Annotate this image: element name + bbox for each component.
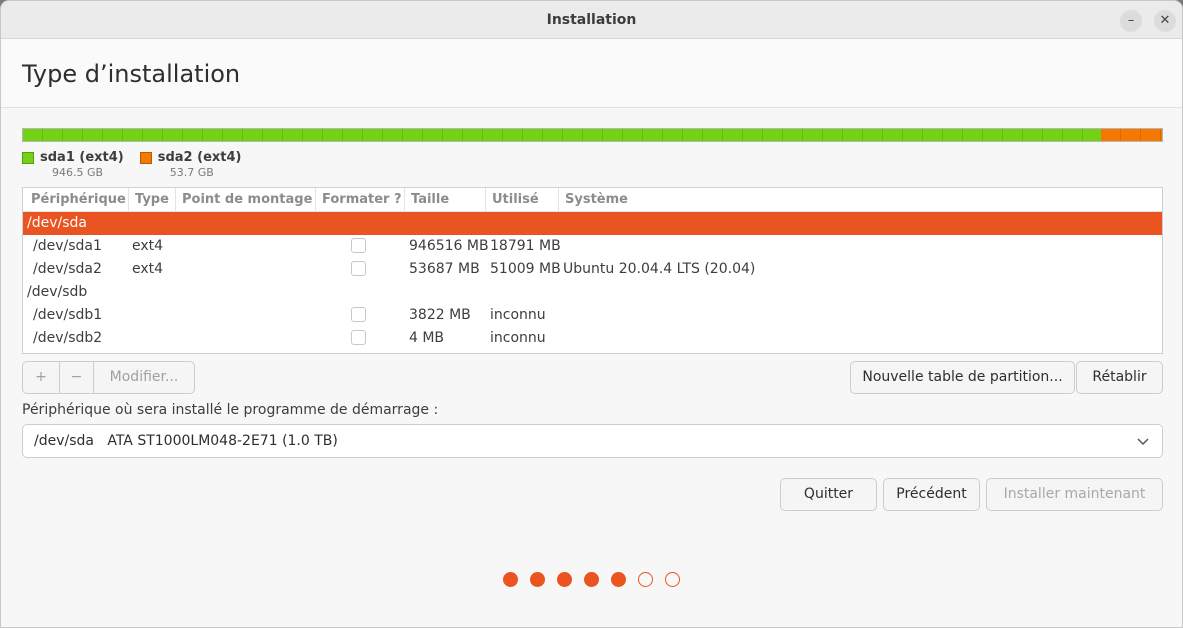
cell-device: /dev/sdb2	[33, 330, 103, 346]
step-dot	[611, 572, 626, 587]
bootloader-label: Périphérique où sera installé le program…	[22, 402, 439, 418]
table-row[interactable]: /dev/sda	[23, 212, 1162, 235]
partition-bar	[22, 128, 1163, 142]
minimize-button[interactable]: –	[1120, 10, 1142, 32]
bootloader-device-value: /dev/sda ATA ST1000LM048-2E71 (1.0 TB)	[34, 433, 338, 449]
quit-button[interactable]: Quitter	[780, 478, 877, 511]
partition-table: Périphérique Type Point de montage Formater…	[22, 187, 1163, 354]
revert-button[interactable]: Rétablir	[1076, 361, 1163, 394]
column-header[interactable]: Taille	[404, 188, 449, 212]
step-dot	[557, 572, 572, 587]
cell-used: inconnu	[490, 307, 546, 323]
legend-item: sda1 (ext4) 946.5 GB	[22, 150, 124, 179]
table-row[interactable]: /dev/sda2 ext4 53687 MB 51009 MB Ubuntu 20.0…	[23, 258, 1162, 281]
step-dot	[530, 572, 545, 587]
chevron-down-icon	[1137, 438, 1149, 446]
remove-partition-button[interactable]: −	[59, 362, 93, 393]
title-bar: Installation – ✕	[1, 1, 1182, 39]
cell-size: 53687 MB	[409, 261, 480, 277]
format-checkbox[interactable]	[351, 307, 366, 322]
cell-size: 946516 MB	[409, 238, 489, 254]
partition-bar-segment	[1100, 129, 1162, 141]
legend-item: sda2 (ext4) 53.7 GB	[139, 150, 242, 179]
page-header: Type d’installation	[1, 39, 1182, 108]
cell-used: inconnu	[490, 330, 546, 346]
cell-device: /dev/sda2	[33, 261, 102, 277]
cell-type: ext4	[132, 261, 164, 277]
step-progress-dots	[503, 572, 680, 587]
partition-edit-toolbar: + − Modifier...	[22, 361, 195, 394]
close-icon: ✕	[1159, 13, 1171, 28]
window-title: Installation	[546, 12, 637, 28]
cell-type: ext4	[132, 238, 164, 254]
partition-legend: sda1 (ext4) 946.5 GB sda2 (ext4) 53.7 GB	[22, 150, 241, 179]
column-header[interactable]: Périphérique	[31, 192, 126, 207]
table-row[interactable]: /dev/sda1 ext4 946516 MB 18791 MB	[23, 235, 1162, 258]
partition-bar-segment	[23, 129, 1101, 141]
cell-size: 3822 MB	[409, 307, 471, 323]
format-checkbox[interactable]	[351, 238, 366, 253]
step-dot	[584, 572, 599, 587]
step-dot	[665, 572, 680, 587]
column-header[interactable]: Utilisé	[485, 188, 539, 212]
table-row[interactable]: /dev/sdb	[23, 281, 1162, 304]
cell-used: 18791 MB	[490, 238, 561, 254]
column-header[interactable]: Formater ?	[315, 188, 402, 212]
legend-size: 53.7 GB	[169, 166, 214, 179]
install-now-button[interactable]: Installer maintenant	[986, 478, 1163, 511]
table-row[interactable]: /dev/sdb2 4 MB inconnu	[23, 327, 1162, 350]
legend-label: sda2 (ext4)	[157, 150, 242, 165]
format-checkbox[interactable]	[351, 330, 366, 345]
table-header: Périphérique Type Point de montage Formater…	[23, 188, 1162, 212]
add-partition-button[interactable]: +	[23, 362, 59, 393]
bootloader-device-select[interactable]: /dev/sda ATA ST1000LM048-2E71 (1.0 TB)	[22, 424, 1163, 458]
modify-partition-button[interactable]: Modifier...	[93, 362, 194, 393]
new-partition-table-button[interactable]: Nouvelle table de partition...	[850, 361, 1075, 394]
cell-device: /dev/sda1	[33, 238, 102, 254]
legend-size: 946.5 GB	[52, 166, 104, 179]
legend-swatch	[22, 152, 34, 164]
close-button[interactable]: ✕	[1154, 10, 1176, 32]
column-header[interactable]: Point de montage	[175, 188, 312, 212]
format-checkbox[interactable]	[351, 261, 366, 276]
step-dot	[638, 572, 653, 587]
cell-used: 51009 MB	[490, 261, 561, 277]
cell-device: /dev/sdb	[27, 284, 88, 300]
cell-device: /dev/sda	[27, 215, 87, 231]
column-header[interactable]: Système	[558, 188, 628, 212]
legend-swatch	[139, 152, 152, 164]
back-button[interactable]: Précédent	[883, 478, 980, 511]
cell-size: 4 MB	[409, 330, 445, 346]
column-header[interactable]: Type	[128, 188, 169, 212]
cell-system: Ubuntu 20.04.4 LTS (20.04)	[563, 261, 756, 277]
page-title: Type d’installation	[22, 60, 241, 88]
cell-device: /dev/sdb1	[33, 307, 103, 323]
step-dot	[503, 572, 518, 587]
minimize-icon: –	[1127, 13, 1135, 28]
legend-label: sda1 (ext4)	[40, 150, 124, 165]
table-body: /dev/sda/dev/sda1 ext4 946516 MB 18791 MB/d…	[23, 212, 1162, 350]
installer-window: Installation – ✕ Type d’installation sda…	[0, 0, 1183, 628]
main-content: sda1 (ext4) 946.5 GB sda2 (ext4) 53.7 GB Pé…	[1, 108, 1182, 627]
table-row[interactable]: /dev/sdb1 3822 MB inconnu	[23, 304, 1162, 327]
